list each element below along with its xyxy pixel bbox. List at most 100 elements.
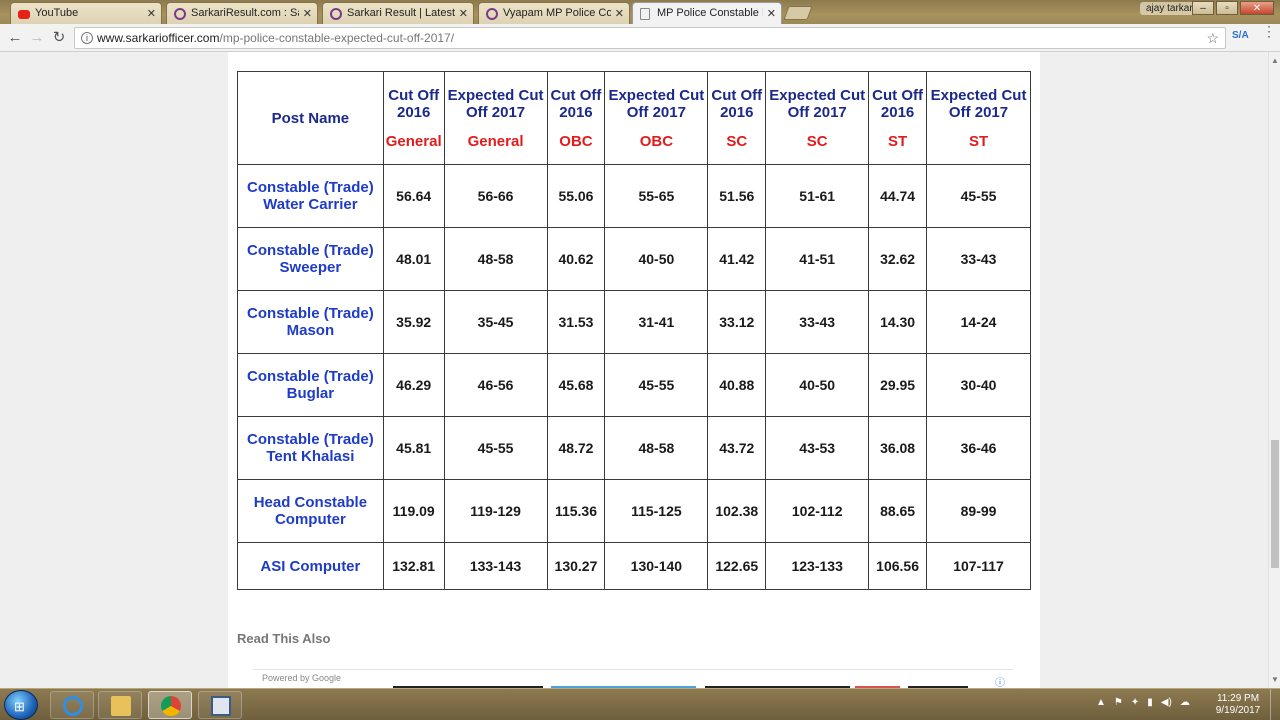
clock-date: 9/19/2017 — [1215, 705, 1261, 716]
page-scrollbar[interactable]: ▲ ▼ — [1268, 52, 1280, 688]
cutoff-cell: 30-40 — [926, 353, 1031, 417]
close-icon[interactable]: ✕ — [615, 7, 624, 20]
cutoff-cell: 43-53 — [765, 416, 870, 480]
header-post-name: Post Name — [237, 71, 384, 165]
minimize-button[interactable]: – — [1192, 1, 1214, 15]
cutoff-cell: 55-65 — [604, 164, 709, 228]
info-icon[interactable]: i — [81, 32, 93, 44]
address-bar[interactable]: i www.sarkariofficer.com/mp-police-const… — [74, 27, 1226, 49]
extension-button[interactable]: S/A — [1232, 30, 1249, 41]
cutoff-cell: 56-66 — [443, 164, 548, 228]
file-explorer-icon — [111, 696, 131, 716]
header-title: Expected Cut Off 2017 — [930, 86, 1027, 121]
cutoff-cell: 35.92 — [382, 290, 445, 354]
cutoff-cell: 51-61 — [765, 164, 870, 228]
cutoff-cell: 119.09 — [382, 479, 445, 543]
show-desktop-button[interactable] — [1270, 689, 1280, 720]
tab-vyapam[interactable]: Vyapam MP Police Consta ✕ — [478, 2, 630, 24]
cutoff-cell: 45-55 — [604, 353, 709, 417]
cutoff-cell: 130-140 — [604, 542, 709, 590]
url-host: www.sarkariofficer.com — [97, 31, 220, 45]
profile-name[interactable]: ajay tarkar — [1140, 2, 1199, 15]
menu-icon[interactable]: ⋮ — [1262, 24, 1276, 38]
header-cell: Expected Cut Off 2017 General — [443, 71, 548, 165]
tab-youtube[interactable]: YouTube ✕ — [10, 2, 162, 24]
sync-icon[interactable]: ☁ — [1180, 697, 1190, 708]
tab-sarkariresult[interactable]: SarkariResult.com : Sarkari ✕ — [166, 2, 318, 24]
reload-icon[interactable]: ↻ — [49, 28, 69, 48]
header-category: SC — [806, 132, 828, 150]
header-cell: Cut Off 2016 General — [382, 71, 445, 165]
close-window-button[interactable]: ✕ — [1240, 1, 1274, 15]
system-tray: ▲ ⚑ ✦ ▮ ◀) ☁ — [1096, 697, 1190, 708]
close-icon[interactable]: ✕ — [303, 7, 312, 20]
url-path: /mp-police-constable-expected-cut-off-20… — [219, 31, 455, 45]
taskbar-window[interactable] — [198, 691, 242, 719]
table-row: ASI Computer 132.81 133-143 130.27 130-140 12… — [237, 542, 1031, 590]
taskbar-clock[interactable]: 11:29 PM 9/19/2017 — [1212, 693, 1264, 717]
cutoff-cell: 31-41 — [604, 290, 709, 354]
taskbar-file-explorer[interactable] — [98, 691, 142, 719]
table-row: Head Constable Computer 119.09 119-129 115.… — [237, 479, 1031, 543]
ad-unit[interactable]: Powered by Google ⓘ — [253, 669, 1013, 688]
security-icon[interactable]: ✦ — [1131, 697, 1139, 708]
close-icon[interactable]: ✕ — [459, 7, 468, 20]
volume-icon[interactable]: ◀) — [1161, 697, 1172, 708]
table-header-row: Post Name Cut Off 2016 General Expected Cut… — [237, 71, 1031, 165]
header-cell: Expected Cut Off 2017 SC — [765, 71, 870, 165]
start-button[interactable]: ⊞ — [4, 690, 38, 720]
back-icon[interactable]: ← — [5, 28, 25, 48]
tab-label: SarkariResult.com : Sarkari — [191, 7, 299, 19]
show-hidden-icons-icon[interactable]: ▲ — [1096, 697, 1106, 708]
maximize-button[interactable]: ▫ — [1216, 1, 1238, 15]
cutoff-cell: 41.42 — [707, 227, 767, 291]
scroll-down-icon[interactable]: ▼ — [1271, 675, 1279, 684]
header-title: Expected Cut Off 2017 — [447, 86, 544, 121]
network-icon[interactable]: ▮ — [1147, 697, 1153, 708]
cutoff-cell: 46-56 — [443, 353, 548, 417]
tab-strip: YouTube ✕ SarkariResult.com : Sarkari ✕ … — [0, 0, 1280, 25]
table-row: Constable (Trade) Tent Khalasi 45.81 45-55… — [237, 416, 1031, 480]
header-cell: Expected Cut Off 2017 OBC — [604, 71, 709, 165]
cutoff-cell: 130.27 — [546, 542, 606, 590]
post-name-cell: Constable (Trade) Water Carrier — [237, 164, 384, 228]
taskbar-chrome[interactable] — [148, 691, 192, 719]
post-name-cell: ASI Computer — [237, 542, 384, 590]
article-content: Post Name Cut Off 2016 General Expected Cut… — [228, 52, 1040, 688]
internet-explorer-icon — [63, 696, 83, 716]
globe-icon — [486, 8, 498, 20]
scroll-up-icon[interactable]: ▲ — [1271, 56, 1279, 65]
cutoff-cell: 122.65 — [707, 542, 767, 590]
cutoff-cell: 106.56 — [868, 542, 928, 590]
post-name-cell: Constable (Trade) Buglar — [237, 353, 384, 417]
cutoff-cell: 133-143 — [443, 542, 548, 590]
header-title: Expected Cut Off 2017 — [608, 86, 705, 121]
cutoff-cell: 32.62 — [868, 227, 928, 291]
tab-label: YouTube — [35, 7, 79, 19]
cutoff-cell: 40.62 — [546, 227, 606, 291]
scrollbar-thumb[interactable] — [1271, 440, 1279, 568]
globe-icon — [330, 8, 342, 20]
cutoff-cell: 115-125 — [604, 479, 709, 543]
table-row: Constable (Trade) Sweeper 48.01 48-58 40.62… — [237, 227, 1031, 291]
action-center-icon[interactable]: ⚑ — [1114, 697, 1123, 708]
cutoff-cell: 35-45 — [443, 290, 548, 354]
taskbar-internet-explorer[interactable] — [50, 691, 94, 719]
info-icon[interactable]: ⓘ — [995, 674, 1005, 688]
header-cell: Cut Off 2016 SC — [707, 71, 767, 165]
close-icon[interactable]: ✕ — [767, 7, 776, 20]
close-icon[interactable]: ✕ — [147, 7, 156, 20]
page-viewport: Post Name Cut Off 2016 General Expected Cut… — [0, 52, 1268, 688]
windows-logo-icon: ⊞ — [14, 699, 25, 714]
tab-mp-police-active[interactable]: MP Police Constable Exp ✕ — [632, 2, 782, 25]
cutoff-cell: 102-112 — [765, 479, 870, 543]
cutoff-cell: 29.95 — [868, 353, 928, 417]
forward-icon[interactable]: → — [27, 28, 47, 48]
bookmark-star-icon[interactable]: ☆ — [1206, 28, 1219, 48]
tab-sarkari-latest[interactable]: Sarkari Result | Latest Re ✕ — [322, 2, 474, 24]
cutoff-cell: 36-46 — [926, 416, 1031, 480]
cutoff-cell: 115.36 — [546, 479, 606, 543]
new-tab-button[interactable] — [783, 6, 813, 20]
cutoff-cell: 45-55 — [443, 416, 548, 480]
header-category: SC — [726, 132, 748, 150]
